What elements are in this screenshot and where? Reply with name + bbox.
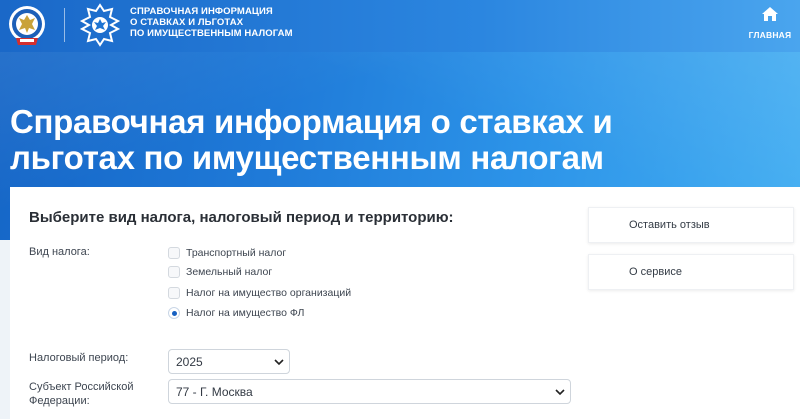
tax-option-label: Транспортный налог <box>186 247 287 259</box>
home-link[interactable]: ГЛАВНАЯ <box>745 6 795 42</box>
home-label: ГЛАВНАЯ <box>748 30 792 40</box>
feedback-button[interactable]: Оставить отзыв <box>588 207 794 243</box>
header-title: СПРАВОЧНАЯ ИНФОРМАЦИЯ О СТАВКАХ И ЛЬГОТА… <box>130 6 330 39</box>
page-title: Справочная информация о ставках и льгота… <box>10 103 613 176</box>
region-label-line: Федерации: <box>29 395 90 407</box>
period-label: Налоговый период: <box>29 352 129 364</box>
checkbox[interactable] <box>168 247 180 259</box>
feedback-label: Оставить отзыв <box>629 219 710 231</box>
chevron-down-icon <box>274 359 284 366</box>
header-title-line: ПО ИМУЩЕСТВЕННЫМ НАЛОГАМ <box>130 28 293 39</box>
period-select[interactable]: 2025 <box>168 349 290 374</box>
radio-selected[interactable] <box>168 307 180 319</box>
region-value: 77 - Г. Москва <box>176 385 253 399</box>
header-divider <box>64 8 65 42</box>
checkbox[interactable] <box>168 287 180 299</box>
form-heading: Выберите вид налога, налоговый период и … <box>29 209 454 226</box>
site-header: СПРАВОЧНАЯ ИНФОРМАЦИЯ О СТАВКАХ И ЛЬГОТА… <box>0 0 800 52</box>
home-icon <box>762 7 778 21</box>
about-service-button[interactable]: О сервисе <box>588 254 794 290</box>
region-label: Субъект Российской Федерации: <box>29 380 133 408</box>
region-label-line: Субъект Российской <box>29 381 134 393</box>
chevron-down-icon <box>555 389 565 396</box>
tax-type-label: Вид налога: <box>29 246 90 258</box>
period-value: 2025 <box>176 355 203 369</box>
checkbox[interactable] <box>168 266 180 278</box>
tax-option-label: Земельный налог <box>186 266 273 278</box>
eagle-emblem-logo[interactable] <box>78 3 122 47</box>
region-select[interactable]: 77 - Г. Москва <box>168 379 571 404</box>
header-title-line: О СТАВКАХ И ЛЬГОТАХ <box>130 17 244 28</box>
fns-emblem-logo[interactable] <box>6 4 48 48</box>
about-service-label: О сервисе <box>629 266 682 278</box>
tax-option-label: Налог на имущество ФЛ <box>186 307 305 319</box>
tax-option-label: Налог на имущество организаций <box>186 287 352 299</box>
header-title-line: СПРАВОЧНАЯ ИНФОРМАЦИЯ <box>130 6 273 17</box>
